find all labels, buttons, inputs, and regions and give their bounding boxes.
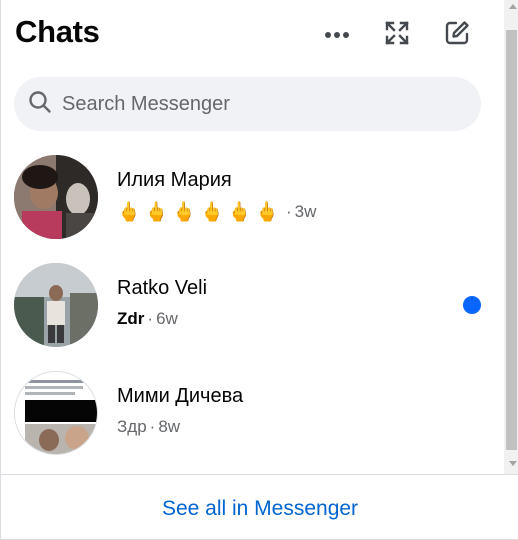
search-bar[interactable]: [14, 77, 481, 131]
chat-name: Ratko Veli: [117, 277, 208, 299]
compose-icon: [444, 20, 470, 51]
more-options-button[interactable]: [319, 17, 355, 53]
last-message: Здр: [117, 417, 147, 436]
search-icon: [28, 90, 52, 119]
chat-list-item[interactable]: Илия Мария 🖕🖕🖕🖕🖕🖕 · 3w: [1, 155, 501, 263]
chat-name: Мими Дичева: [117, 385, 244, 407]
avatar: [14, 155, 98, 239]
scroll-down-arrow-icon[interactable]: [509, 461, 517, 466]
timestamp: 8w: [158, 417, 181, 436]
last-message: 🖕🖕🖕🖕🖕🖕: [117, 201, 283, 223]
scrollbar-thumb[interactable]: [506, 30, 517, 450]
separator: ·: [147, 309, 154, 328]
new-message-button[interactable]: [439, 17, 475, 53]
page-title: Chats: [15, 14, 100, 49]
chat-list-item[interactable]: Ratko Veli Zdr · 6w: [1, 263, 501, 371]
avatar: [14, 263, 98, 347]
chat-preview: Здр · 8w: [117, 417, 180, 437]
chat-list-item[interactable]: Мими Дичева Здр · 8w: [1, 371, 501, 479]
open-in-messenger-button[interactable]: [379, 17, 415, 53]
search-input[interactable]: [62, 92, 462, 116]
chats-footer: See all in Messenger: [1, 474, 518, 540]
last-message: Zdr: [117, 309, 145, 328]
scrollbar[interactable]: [504, 0, 518, 474]
timestamp: 3w: [294, 201, 317, 221]
messenger-chats-panel: Chats Search Messenger Илия Мария 🖕🖕🖕🖕🖕🖕…: [0, 0, 518, 540]
more-icon: [324, 26, 350, 44]
separator: ·: [149, 417, 156, 436]
chat-name: Илия Мария: [117, 169, 232, 191]
unread-indicator: [463, 296, 481, 314]
avatar: [14, 371, 98, 455]
expand-icon: [385, 20, 409, 50]
separator: ·: [285, 201, 292, 221]
chats-header: Chats: [1, 0, 501, 72]
chat-preview: Zdr · 6w: [117, 309, 178, 329]
see-all-in-messenger-link[interactable]: See all in Messenger: [1, 497, 518, 521]
timestamp: 6w: [156, 309, 178, 328]
scroll-up-arrow-icon[interactable]: [509, 4, 517, 9]
chat-preview: 🖕🖕🖕🖕🖕🖕 · 3w: [117, 200, 316, 223]
